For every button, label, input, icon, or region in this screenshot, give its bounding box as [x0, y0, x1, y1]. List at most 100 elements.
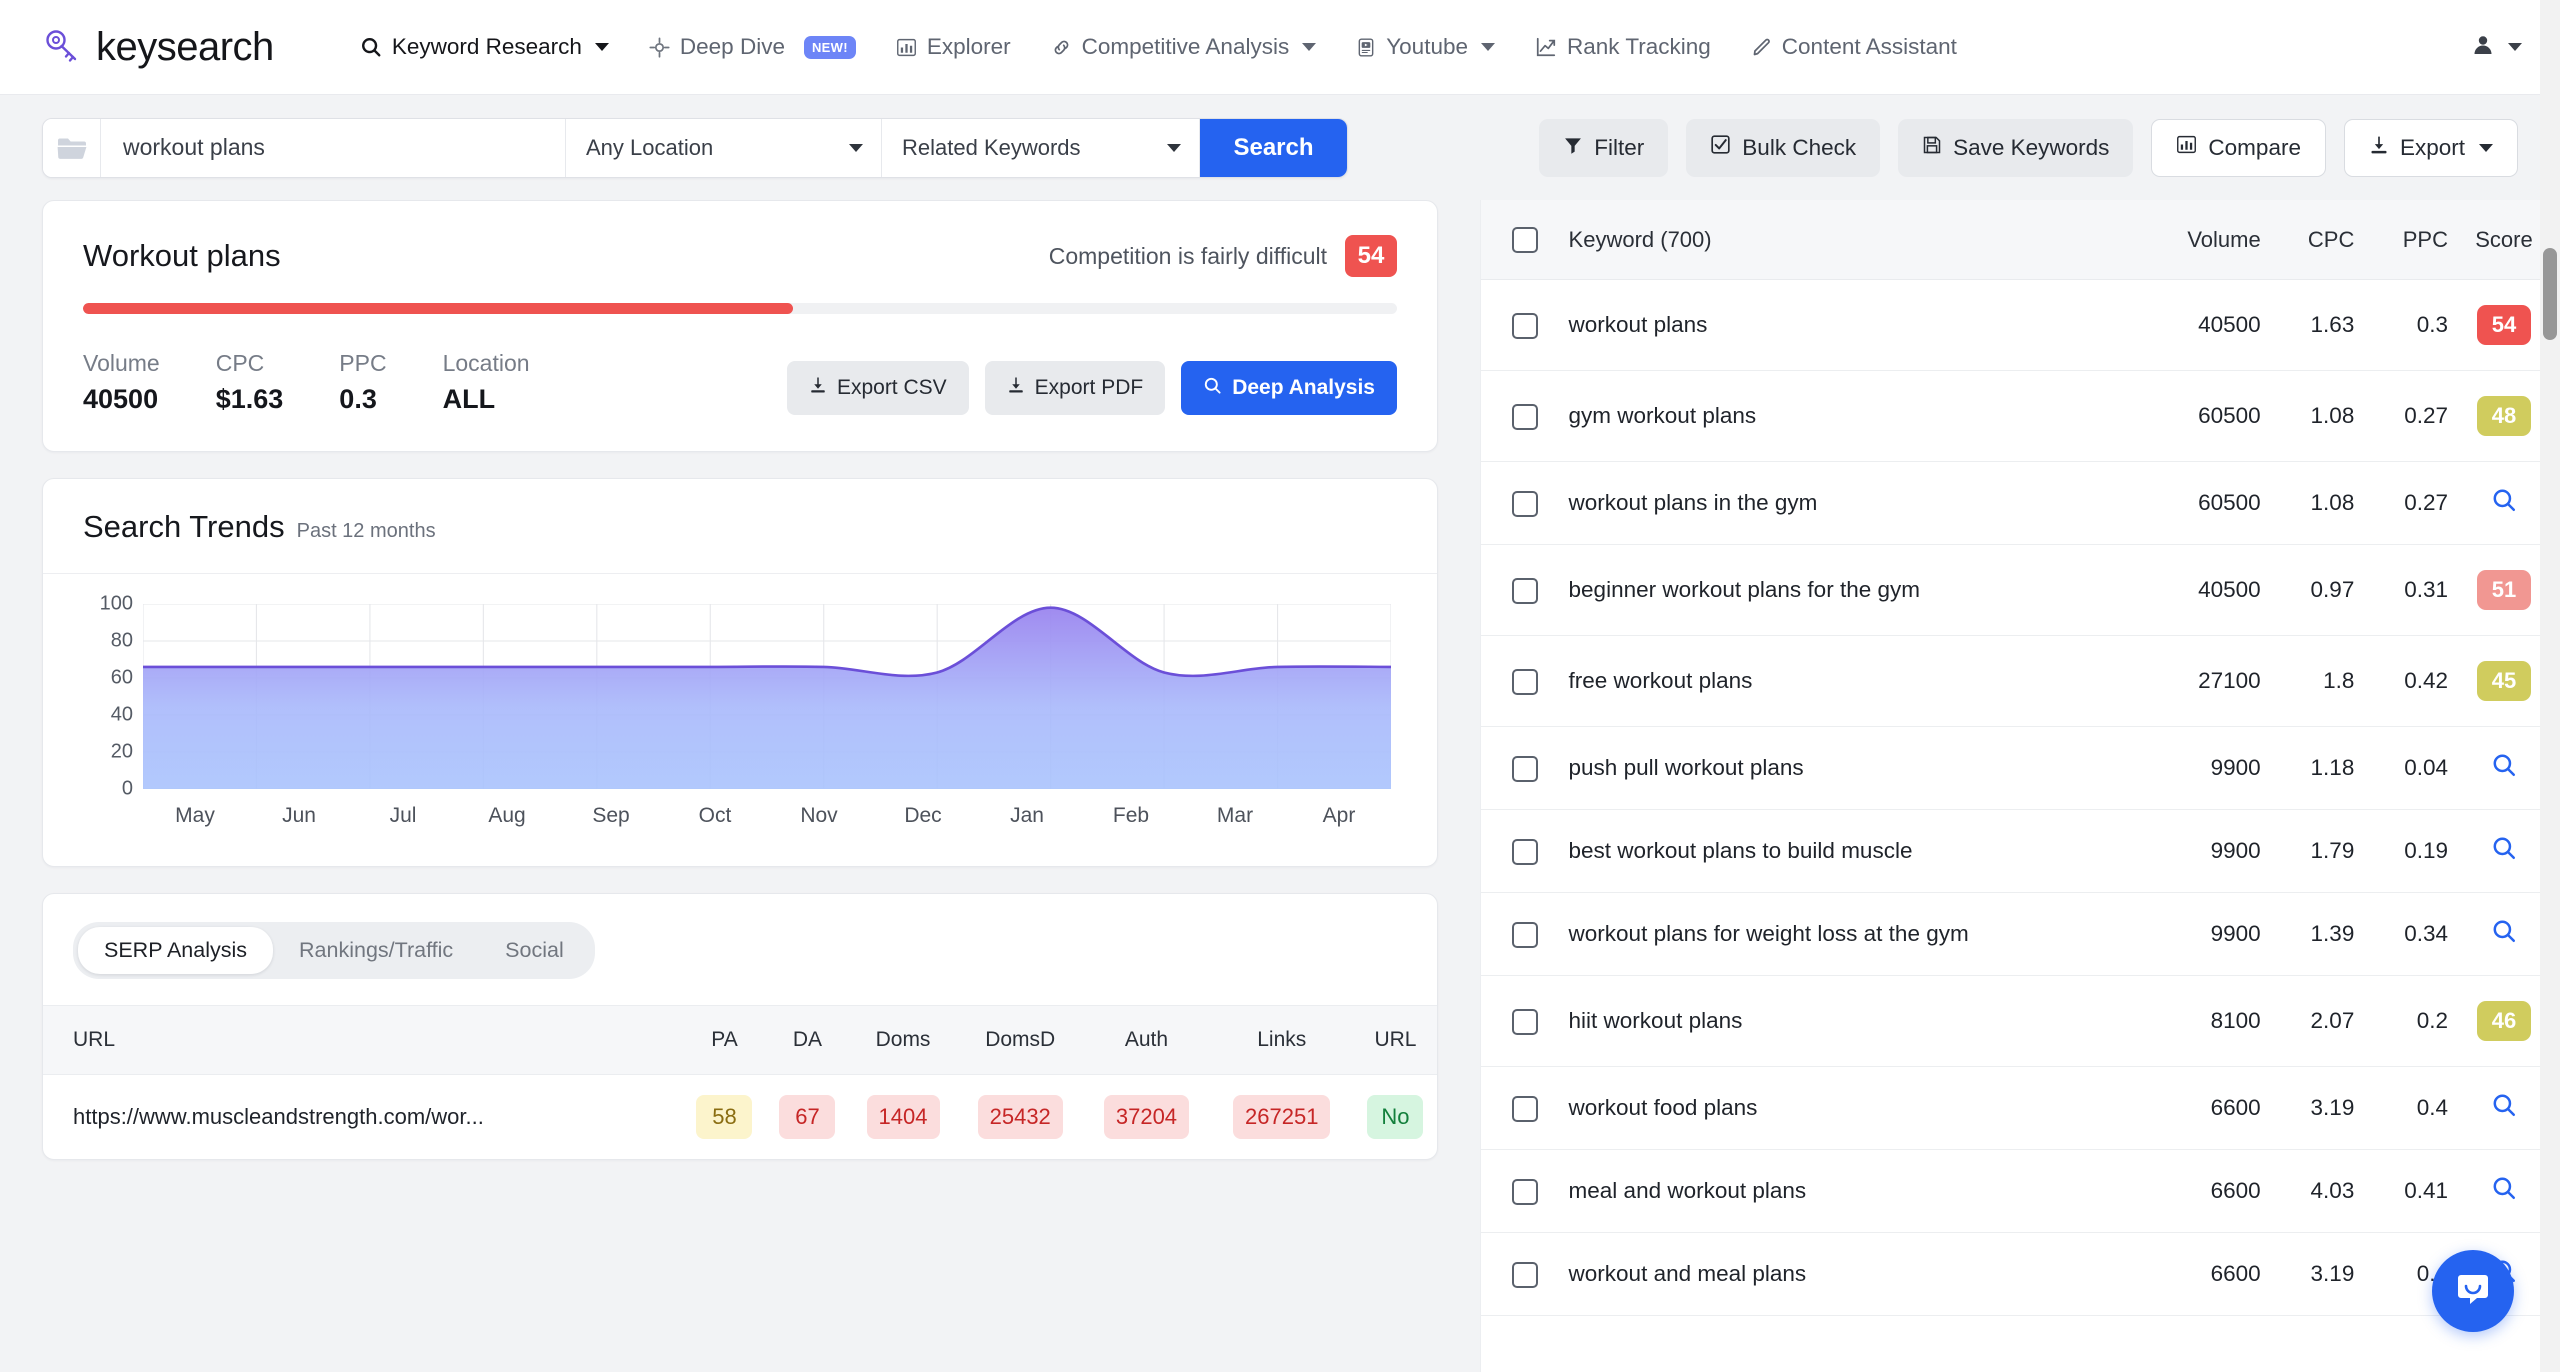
nav-item-youtube[interactable]: Youtube [1336, 24, 1515, 70]
keywords-table-row[interactable]: hiit workout plans81002.070.246 [1481, 976, 2560, 1067]
keyword-name-cell[interactable]: workout plans for weight loss at the gym [1569, 893, 2139, 976]
nav-item-explorer[interactable]: Explorer [876, 24, 1031, 70]
location-select[interactable]: Any Location [566, 119, 882, 177]
keywords-table-row[interactable]: meal and workout plans66004.030.41 [1481, 1150, 2560, 1233]
chart-x-tick: Feb [1079, 804, 1183, 828]
serp-col-url[interactable]: URL [43, 1006, 683, 1075]
serp-analysis-card: SERP Analysis Rankings/Traffic Social UR… [42, 893, 1438, 1160]
keyword-row-checkbox[interactable] [1512, 1262, 1538, 1288]
keywords-table-row[interactable]: free workout plans271001.80.4245 [1481, 636, 2560, 727]
serp-table-row[interactable]: https://www.muscleandstrength.com/wor...… [43, 1075, 1437, 1160]
keywords-table-row[interactable]: workout plans in the gym605001.080.27 [1481, 462, 2560, 545]
search-icon[interactable] [2491, 1098, 2517, 1123]
deep-analysis-button[interactable]: Deep Analysis [1181, 361, 1397, 415]
filter-button[interactable]: Filter [1539, 119, 1668, 177]
search-icon[interactable] [2491, 493, 2517, 518]
serp-col-auth[interactable]: Auth [1083, 1006, 1209, 1075]
chat-support-button[interactable] [2432, 1250, 2514, 1332]
keyword-row-checkbox-cell [1481, 1067, 1569, 1150]
nav-item-deep-dive[interactable]: Deep Dive NEW! [629, 24, 876, 70]
volume-column-header[interactable]: Volume [2139, 200, 2261, 280]
export-csv-button[interactable]: Export CSV [787, 361, 969, 415]
keyword-name-cell[interactable]: free workout plans [1569, 636, 2139, 727]
serp-col-pa[interactable]: PA [683, 1006, 766, 1075]
keyword-name-cell[interactable]: workout food plans [1569, 1067, 2139, 1150]
search-icon[interactable] [2491, 1181, 2517, 1206]
nav-item-competitive-analysis[interactable]: Competitive Analysis [1031, 24, 1337, 70]
tab-rankings-traffic[interactable]: Rankings/Traffic [273, 927, 479, 974]
save-keywords-button[interactable]: Save Keywords [1898, 119, 2133, 177]
chart-y-tick: 80 [111, 630, 133, 653]
serp-col-url-flag[interactable]: URL [1354, 1006, 1437, 1075]
keyword-row-checkbox[interactable] [1512, 922, 1538, 948]
keyword-name-cell[interactable]: meal and workout plans [1569, 1150, 2139, 1233]
keyword-row-checkbox[interactable] [1512, 669, 1538, 695]
competition-text: Competition is fairly difficult [1049, 243, 1327, 270]
keyword-name-cell[interactable]: workout plans in the gym [1569, 462, 2139, 545]
overview-actions: Export CSV Export PDF Deep Analysis [787, 361, 1397, 415]
nav-item-keyword-research[interactable]: Keyword Research [340, 24, 629, 70]
tab-social[interactable]: Social [479, 927, 590, 974]
keywords-table-row[interactable]: gym workout plans605001.080.2748 [1481, 371, 2560, 462]
keyword-name-cell[interactable]: beginner workout plans for the gym [1569, 545, 2139, 636]
cpc-column-header[interactable]: CPC [2261, 200, 2355, 280]
compare-button[interactable]: Compare [2151, 119, 2326, 177]
key-icon [42, 25, 86, 69]
keyword-row-checkbox[interactable] [1512, 1096, 1538, 1122]
keyword-row-checkbox[interactable] [1512, 491, 1538, 517]
download-icon [809, 376, 827, 400]
export-button[interactable]: Export [2344, 119, 2518, 177]
keyword-name-cell[interactable]: hiit workout plans [1569, 976, 2139, 1067]
serp-col-links[interactable]: Links [1210, 1006, 1354, 1075]
search-button[interactable]: Search [1200, 119, 1347, 177]
keywords-table-row[interactable]: workout plans405001.630.354 [1481, 280, 2560, 371]
search-input[interactable] [101, 119, 566, 177]
serp-col-doms[interactable]: Doms [849, 1006, 957, 1075]
keywords-table-row[interactable]: push pull workout plans99001.180.04 [1481, 727, 2560, 810]
serp-col-da[interactable]: DA [766, 1006, 849, 1075]
metric-location: Location ALL [443, 350, 530, 415]
keyword-row-checkbox[interactable] [1512, 1179, 1538, 1205]
keyword-name-cell[interactable]: best workout plans to build muscle [1569, 810, 2139, 893]
keyword-row-checkbox[interactable] [1512, 313, 1538, 339]
bulk-check-button[interactable]: Bulk Check [1686, 119, 1880, 177]
tab-serp-analysis[interactable]: SERP Analysis [78, 927, 273, 974]
keyword-row-checkbox[interactable] [1512, 1009, 1538, 1035]
keywords-table-row[interactable]: beginner workout plans for the gym405000… [1481, 545, 2560, 636]
keywords-table-row[interactable]: workout food plans66003.190.4 [1481, 1067, 2560, 1150]
keyword-row-checkbox[interactable] [1512, 578, 1538, 604]
nav-item-rank-tracking[interactable]: Rank Tracking [1515, 24, 1731, 70]
brand-logo[interactable]: keysearch [42, 25, 274, 70]
folder-icon[interactable] [43, 119, 101, 177]
keywords-panel-scrollbar[interactable] [1480, 204, 1481, 764]
keyword-name-cell[interactable]: push pull workout plans [1569, 727, 2139, 810]
ppc-column-header[interactable]: PPC [2354, 200, 2448, 280]
keywords-table-row[interactable]: workout plans for weight loss at the gym… [1481, 893, 2560, 976]
keyword-row-checkbox[interactable] [1512, 404, 1538, 430]
keywords-table-row[interactable]: best workout plans to build muscle99001.… [1481, 810, 2560, 893]
account-menu[interactable] [2471, 33, 2522, 62]
export-pdf-button[interactable]: Export PDF [985, 361, 1166, 415]
keyword-row-checkbox[interactable] [1512, 756, 1538, 782]
serp-col-domsd[interactable]: DomsD [957, 1006, 1083, 1075]
keyword-name-cell[interactable]: workout plans [1569, 280, 2139, 371]
keyword-row-checkbox[interactable] [1512, 839, 1538, 865]
search-icon[interactable] [2491, 758, 2517, 783]
metric-label: PPC [339, 350, 386, 377]
browser-scrollbar-thumb[interactable] [2543, 248, 2557, 340]
chart-x-axis: MayJunJulAugSepOctNovDecJanFebMarApr [143, 804, 1391, 828]
keyword-name-cell[interactable]: gym workout plans [1569, 371, 2139, 462]
deep-analysis-label: Deep Analysis [1232, 376, 1375, 400]
keyword-column-header[interactable]: Keyword (700) [1569, 200, 2139, 280]
nav-item-content-assistant[interactable]: Content Assistant [1731, 24, 1977, 70]
serp-domsd-cell-chip: 25432 [978, 1095, 1063, 1139]
search-icon[interactable] [2491, 841, 2517, 866]
search-icon[interactable] [2491, 924, 2517, 949]
browser-scrollbar-track[interactable] [2540, 0, 2560, 1372]
chart-x-tick: Sep [559, 804, 663, 828]
keyword-name-cell[interactable]: workout and meal plans [1569, 1233, 2139, 1316]
keyword-type-select[interactable]: Related Keywords [882, 119, 1200, 177]
keywords-table-row[interactable]: workout and meal plans66003.190.4 [1481, 1233, 2560, 1316]
serp-url-cell[interactable]: https://www.muscleandstrength.com/wor... [43, 1075, 683, 1160]
select-all-checkbox[interactable] [1512, 227, 1538, 253]
